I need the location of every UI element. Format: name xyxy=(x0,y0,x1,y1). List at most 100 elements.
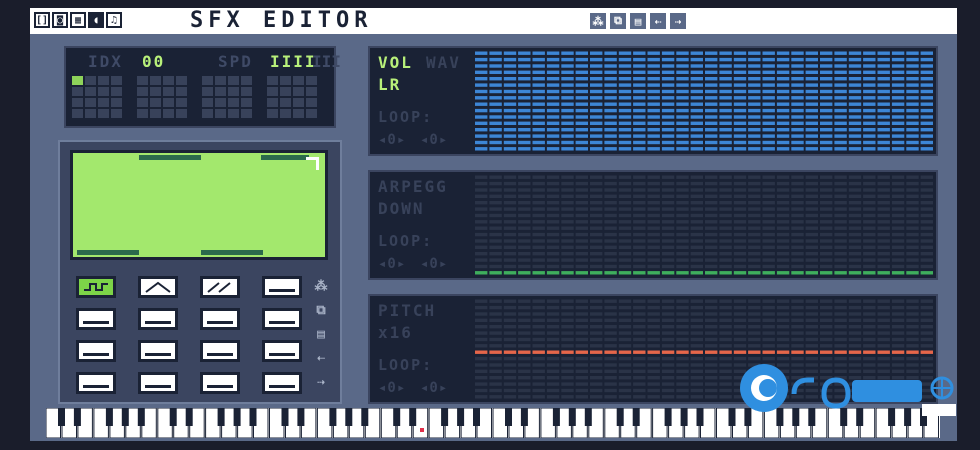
envelope-mode-label[interactable]: VOL xyxy=(378,54,413,72)
loop-end-stepper[interactable]: ◂0▸ xyxy=(420,132,448,148)
sfx-slot[interactable] xyxy=(267,87,278,96)
sfx-slot[interactable] xyxy=(280,87,291,96)
sfx-slot[interactable] xyxy=(137,87,148,96)
sfx-slot[interactable] xyxy=(215,76,226,85)
sfx-slot[interactable] xyxy=(176,98,187,107)
sfx-icon[interactable]: ◖ xyxy=(88,12,104,28)
wave-button[interactable] xyxy=(76,340,116,362)
sfx-slot[interactable] xyxy=(85,98,96,107)
node-icon[interactable]: ⁂ xyxy=(313,278,329,294)
sfx-slot[interactable] xyxy=(163,76,174,85)
sfx-slot[interactable] xyxy=(72,109,83,118)
envelope-sub-label[interactable]: x16 xyxy=(378,324,413,342)
wave-button[interactable] xyxy=(200,340,240,362)
sfx-slot[interactable] xyxy=(280,76,291,85)
sfx-slot[interactable] xyxy=(228,98,239,107)
wave-button[interactable] xyxy=(262,340,302,362)
sfx-slot[interactable] xyxy=(85,87,96,96)
sfx-slot[interactable] xyxy=(267,76,278,85)
sfx-slot[interactable] xyxy=(72,98,83,107)
sfx-slot[interactable] xyxy=(72,76,83,85)
sfx-slot[interactable] xyxy=(306,109,317,118)
sfx-slot[interactable] xyxy=(176,76,187,85)
sfx-slot[interactable] xyxy=(202,109,213,118)
envelope-graph[interactable] xyxy=(474,50,934,152)
sfx-slot[interactable] xyxy=(111,109,122,118)
sfx-slot[interactable] xyxy=(306,87,317,96)
node-icon[interactable]: ⁂ xyxy=(590,13,606,29)
envelope-graph[interactable] xyxy=(474,174,934,276)
undo-icon[interactable]: ⇠ xyxy=(313,350,329,366)
sfx-slot[interactable] xyxy=(85,76,96,85)
sfx-slot[interactable] xyxy=(176,87,187,96)
envelope-sub-label[interactable]: LR xyxy=(378,76,401,94)
spd-value[interactable]: IIII xyxy=(270,52,317,71)
music-icon[interactable]: ♫ xyxy=(106,12,122,28)
sfx-slot[interactable] xyxy=(137,109,148,118)
wave-button[interactable] xyxy=(200,308,240,330)
envelope-sub-label[interactable]: DOWN xyxy=(378,200,425,218)
sfx-slot[interactable] xyxy=(293,109,304,118)
wave-button[interactable] xyxy=(138,372,178,394)
sfx-slot[interactable] xyxy=(280,98,291,107)
sfx-slot[interactable] xyxy=(111,76,122,85)
wave-button[interactable] xyxy=(138,340,178,362)
sfx-slot[interactable] xyxy=(150,98,161,107)
sfx-slot[interactable] xyxy=(137,98,148,107)
sfx-slot[interactable] xyxy=(202,87,213,96)
map-icon[interactable]: ▦ xyxy=(70,12,86,28)
copy-icon[interactable]: ⧉ xyxy=(610,13,626,29)
sfx-slot[interactable] xyxy=(163,87,174,96)
wave-button[interactable] xyxy=(76,308,116,330)
wave-button[interactable] xyxy=(262,276,302,298)
sfx-slot[interactable] xyxy=(85,109,96,118)
loop-start-stepper[interactable]: ◂0▸ xyxy=(378,256,406,272)
sfx-slot[interactable] xyxy=(228,87,239,96)
envelope-alt-mode-label[interactable]: WAV xyxy=(426,54,461,72)
redo-icon[interactable]: ⇢ xyxy=(313,374,329,390)
wave-button[interactable] xyxy=(262,372,302,394)
sfx-slot[interactable] xyxy=(241,98,252,107)
sprite-icon[interactable]: ◙ xyxy=(52,12,68,28)
sfx-slot[interactable] xyxy=(267,98,278,107)
sfx-slot[interactable] xyxy=(202,98,213,107)
sfx-slot[interactable] xyxy=(228,76,239,85)
copy-icon[interactable]: ⧉ xyxy=(313,302,329,318)
wave-button[interactable] xyxy=(200,276,240,298)
sfx-slot[interactable] xyxy=(241,109,252,118)
undo-icon[interactable]: ⇠ xyxy=(650,13,666,29)
sfx-slot[interactable] xyxy=(293,87,304,96)
envelope-mode-label[interactable]: ARPEGG xyxy=(378,178,448,196)
code-icon[interactable]: [] xyxy=(34,12,50,28)
sfx-slot[interactable] xyxy=(215,98,226,107)
sfx-slot[interactable] xyxy=(150,76,161,85)
sfx-slot[interactable] xyxy=(215,87,226,96)
sfx-slot[interactable] xyxy=(202,76,213,85)
sfx-slot[interactable] xyxy=(306,98,317,107)
paste-icon[interactable]: ▤ xyxy=(630,13,646,29)
sfx-slot[interactable] xyxy=(176,109,187,118)
sfx-slot[interactable] xyxy=(306,76,317,85)
sfx-slot[interactable] xyxy=(293,98,304,107)
wave-button[interactable] xyxy=(138,308,178,330)
sfx-slot[interactable] xyxy=(280,109,291,118)
sfx-slot[interactable] xyxy=(98,87,109,96)
sfx-slot-grid[interactable] xyxy=(72,76,330,118)
sfx-slot[interactable] xyxy=(137,76,148,85)
wave-button[interactable] xyxy=(200,372,240,394)
sfx-slot[interactable] xyxy=(163,98,174,107)
loop-start-stepper[interactable]: ◂0▸ xyxy=(378,380,406,396)
wave-button[interactable] xyxy=(76,372,116,394)
sfx-slot[interactable] xyxy=(241,76,252,85)
sfx-slot[interactable] xyxy=(150,109,161,118)
sfx-slot[interactable] xyxy=(228,109,239,118)
sfx-slot[interactable] xyxy=(267,109,278,118)
waveform-screen[interactable] xyxy=(70,150,328,260)
sfx-slot[interactable] xyxy=(163,109,174,118)
sfx-slot[interactable] xyxy=(72,87,83,96)
envelope-mode-label[interactable]: PITCH xyxy=(378,302,436,320)
wave-button[interactable] xyxy=(138,276,178,298)
sfx-slot[interactable] xyxy=(98,98,109,107)
redo-icon[interactable]: ⇢ xyxy=(670,13,686,29)
wave-button[interactable] xyxy=(76,276,116,298)
